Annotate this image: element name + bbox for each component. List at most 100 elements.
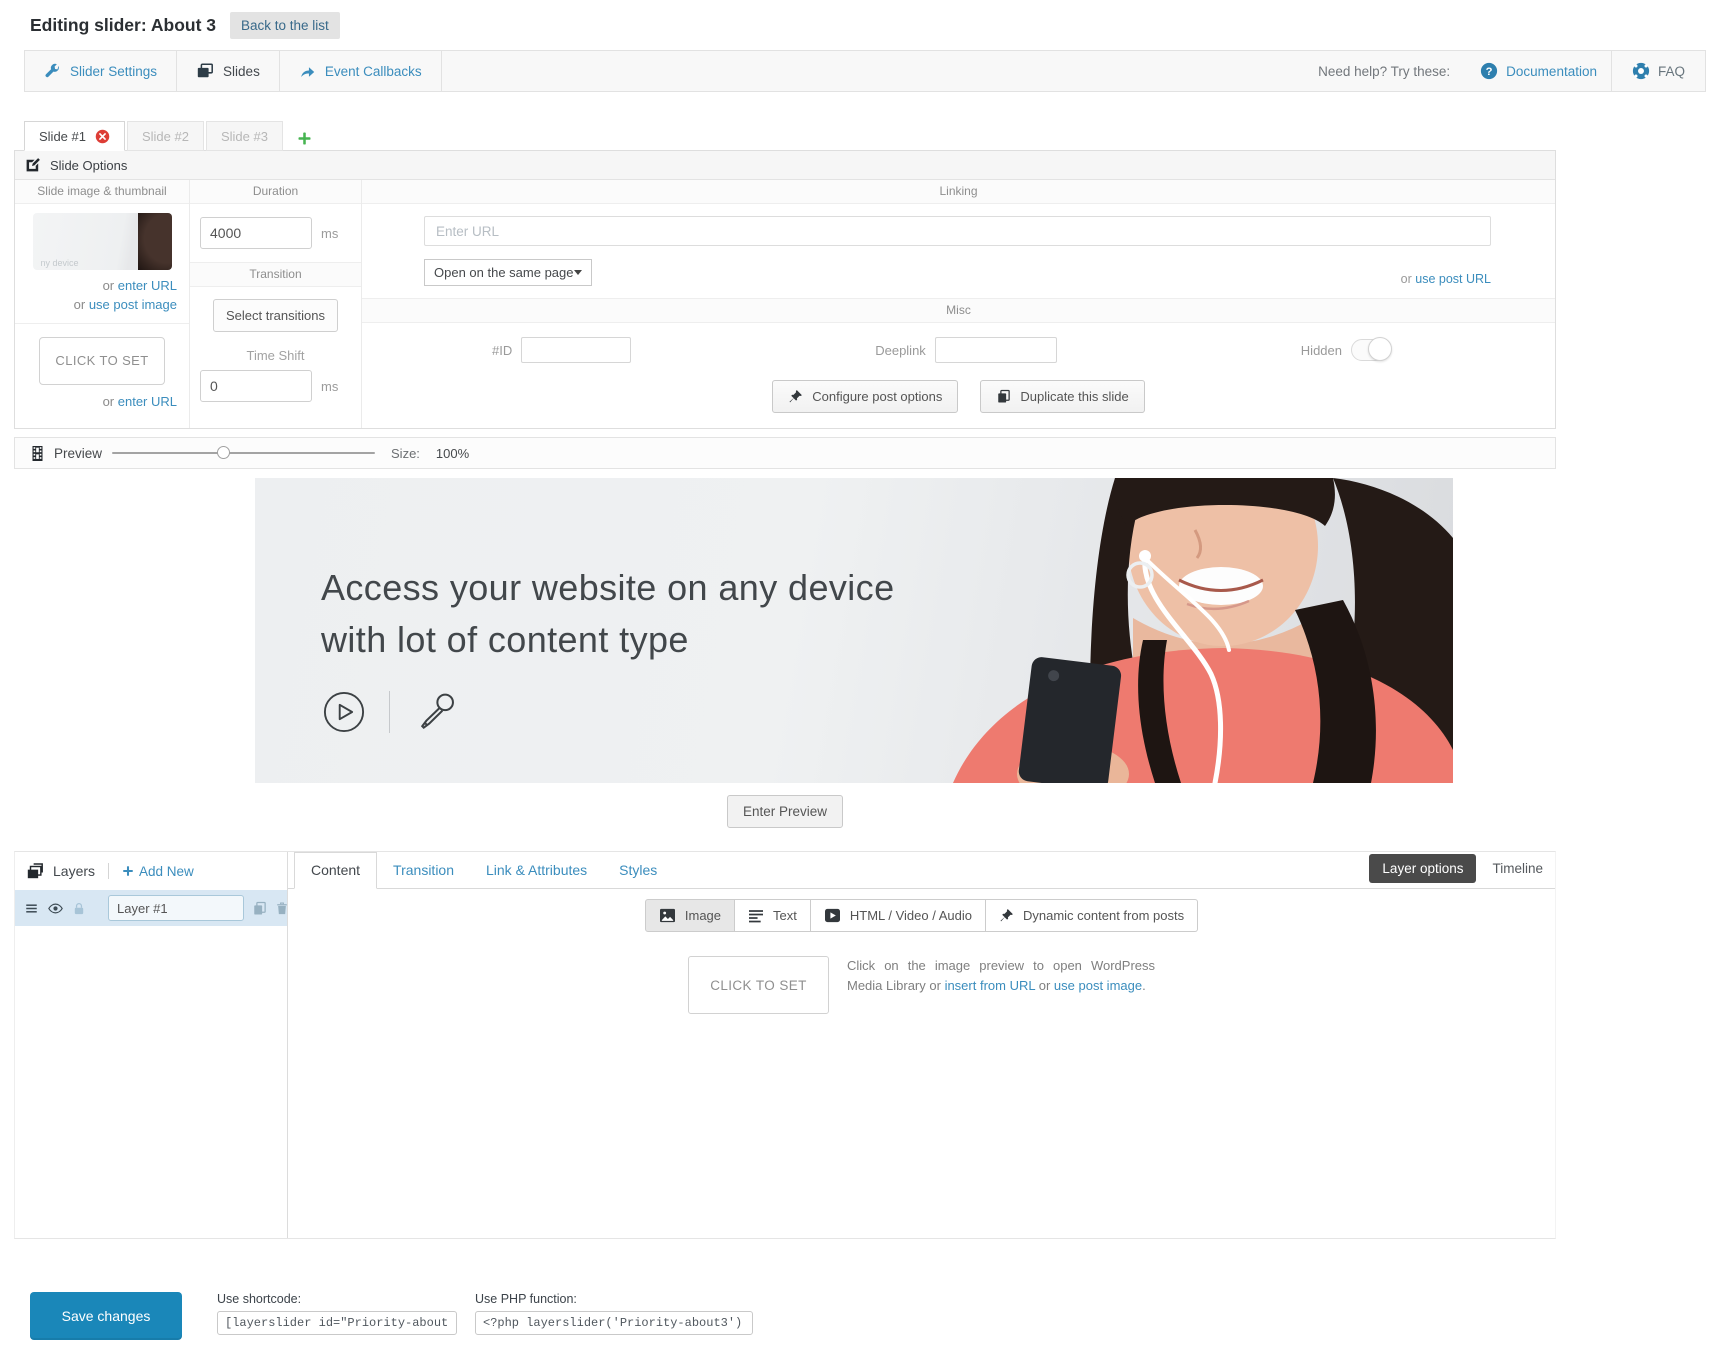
layer-name-input[interactable]	[108, 895, 244, 921]
deeplink-input[interactable]	[934, 337, 1057, 363]
content-type-dynamic-posts[interactable]: Dynamic content from posts	[985, 899, 1199, 932]
use-post-image-link[interactable]: use post image	[89, 297, 177, 312]
hidden-label: Hidden	[1300, 342, 1342, 358]
deeplink-field-group: Deeplink	[875, 337, 1057, 363]
slide-options-panel: Slide Options Slide image & thumbnail ny…	[14, 150, 1556, 429]
or-text: or	[1038, 978, 1051, 994]
documentation-label: Documentation	[1506, 63, 1597, 79]
use-post-image-link[interactable]: use post image	[1054, 978, 1142, 993]
tab-slider-settings[interactable]: Slider Settings	[25, 51, 178, 91]
slide-image-cell: ny device or enter URL or use post image	[15, 204, 189, 324]
slide-tab-2[interactable]: Slide #2	[126, 121, 204, 151]
page-title: Editing slider: About 3	[30, 15, 217, 35]
layer-editor-tabs: Content Transition Link & Attributes Sty…	[288, 852, 1555, 889]
tab-slides[interactable]: Slides	[177, 51, 280, 91]
content-type-text[interactable]: Text	[735, 899, 811, 932]
thumbnail-links: or enter URL	[27, 393, 177, 412]
slide-tab-label: Slide #2	[141, 128, 189, 144]
layer-media-row: CLICK TO SET Click on the image preview …	[288, 956, 1555, 1014]
enter-url-link[interactable]: enter URL	[118, 394, 177, 409]
tab-styles[interactable]: Styles	[603, 853, 673, 888]
tab-transition[interactable]: Transition	[377, 853, 470, 888]
tab-event-callbacks[interactable]: Event Callbacks	[280, 51, 442, 91]
layer-options-button[interactable]: Layer options	[1369, 854, 1477, 883]
life-ring-icon	[1632, 62, 1650, 80]
slider-track[interactable]	[112, 452, 376, 454]
preview-label: Preview	[54, 445, 103, 461]
duration-header: Duration	[190, 180, 361, 204]
layers-workspace: Layers Add New Layer #1 Content Transiti…	[14, 851, 1556, 1239]
layer-click-to-set-button[interactable]: CLICK TO SET	[688, 956, 829, 1014]
pushpin-icon	[999, 908, 1014, 923]
size-value: 100%	[435, 445, 470, 461]
id-field-group: #ID	[492, 337, 632, 363]
link-target-select[interactable]: Open on the same page	[424, 259, 592, 286]
configure-post-options-button[interactable]: Configure post options	[772, 380, 959, 413]
misc-header: Misc	[362, 298, 1555, 323]
footer-bar: Save changes Use shortcode: Use PHP func…	[30, 1292, 753, 1340]
close-slide-icon[interactable]	[95, 129, 110, 144]
duplicate-slide-button[interactable]: Duplicate this slide	[980, 380, 1145, 413]
add-slide-icon[interactable]	[297, 131, 312, 146]
php-function-input[interactable]	[475, 1311, 753, 1335]
tab-link-attributes[interactable]: Link & Attributes	[470, 853, 603, 888]
drag-handle-icon[interactable]	[24, 901, 39, 916]
time-shift-row: ms	[190, 363, 361, 415]
enter-url-link[interactable]: enter URL	[118, 278, 177, 293]
link-target-row: Open on the same page or use post URL	[424, 259, 1491, 286]
layers-panel-header: Layers Add New	[15, 852, 287, 890]
content-type-label: HTML / Video / Audio	[849, 908, 972, 923]
slide-image-thumbnail[interactable]: ny device	[32, 213, 172, 270]
preview-size-slider[interactable]	[112, 445, 376, 461]
lock-icon[interactable]	[72, 901, 86, 916]
use-post-url-link[interactable]: use post URL	[1415, 272, 1491, 286]
duration-input[interactable]	[200, 217, 312, 249]
tab-content[interactable]: Content	[294, 852, 378, 889]
image-column-header: Slide image & thumbnail	[15, 180, 189, 204]
button-label: Duplicate this slide	[1020, 389, 1129, 404]
preview-bar: Preview Size: 100%	[14, 437, 1556, 469]
slide-preview-image: Access your website on any device with l…	[255, 478, 1453, 783]
layer-list-item[interactable]	[15, 890, 287, 926]
php-function-group: Use PHP function:	[475, 1292, 753, 1335]
caret-down-icon	[574, 270, 582, 275]
slide-tab-label: Slide #1	[39, 128, 86, 144]
faq-link[interactable]: FAQ	[1610, 51, 1705, 91]
insert-from-url-link[interactable]: insert from URL	[945, 978, 1036, 993]
hidden-toggle[interactable]	[1351, 337, 1392, 361]
duplicate-layer-icon[interactable]	[252, 901, 267, 916]
slide-tab-1[interactable]: Slide #1	[24, 121, 125, 151]
documentation-link[interactable]: ? Documentation	[1466, 51, 1611, 91]
timeline-button[interactable]: Timeline	[1492, 861, 1543, 876]
linking-column: Linking Open on the same page or use pos…	[362, 180, 1555, 428]
time-shift-input[interactable]	[200, 370, 312, 402]
content-type-html-video-audio[interactable]: HTML / Video / Audio	[810, 899, 986, 932]
microphone-icon	[414, 690, 458, 734]
slide-image-column: Slide image & thumbnail ny device or ent…	[15, 180, 190, 428]
slide-action-buttons: Configure post options Duplicate this sl…	[362, 363, 1555, 428]
select-transitions-button[interactable]: Select transitions	[213, 299, 338, 332]
content-type-image[interactable]: Image	[644, 899, 736, 932]
add-new-layer-button[interactable]: Add New	[122, 864, 194, 879]
delete-layer-icon[interactable]	[275, 901, 289, 916]
enter-preview-button[interactable]: Enter Preview	[726, 795, 844, 828]
slide-options-header: Slide Options	[15, 151, 1555, 180]
question-circle-icon: ?	[1480, 62, 1498, 80]
slide-icon-row	[323, 690, 458, 734]
main-navbar: Slider Settings Slides Event Callbacks N…	[24, 50, 1706, 92]
thumbnail-click-to-set-button[interactable]: CLICK TO SET	[39, 336, 165, 385]
nav-help-area: Need help? Try these: ? Documentation FA…	[1318, 51, 1705, 91]
slide-tab-3[interactable]: Slide #3	[205, 121, 283, 151]
id-input[interactable]	[521, 337, 632, 363]
video-play-icon	[824, 908, 841, 923]
eye-visibility-icon[interactable]	[47, 901, 64, 916]
shortcode-input[interactable]	[217, 1311, 457, 1335]
slides-icon	[196, 62, 214, 80]
slide-headline: Access your website on any device with l…	[321, 562, 895, 666]
slide-thumbnail-cell: CLICK TO SET or enter URL	[15, 324, 189, 424]
or-text: or	[102, 393, 115, 409]
save-changes-button[interactable]: Save changes	[30, 1292, 182, 1340]
back-to-list-button[interactable]: Back to the list	[230, 12, 340, 39]
slider-handle[interactable]	[217, 446, 231, 459]
slide-url-input[interactable]	[424, 216, 1491, 246]
